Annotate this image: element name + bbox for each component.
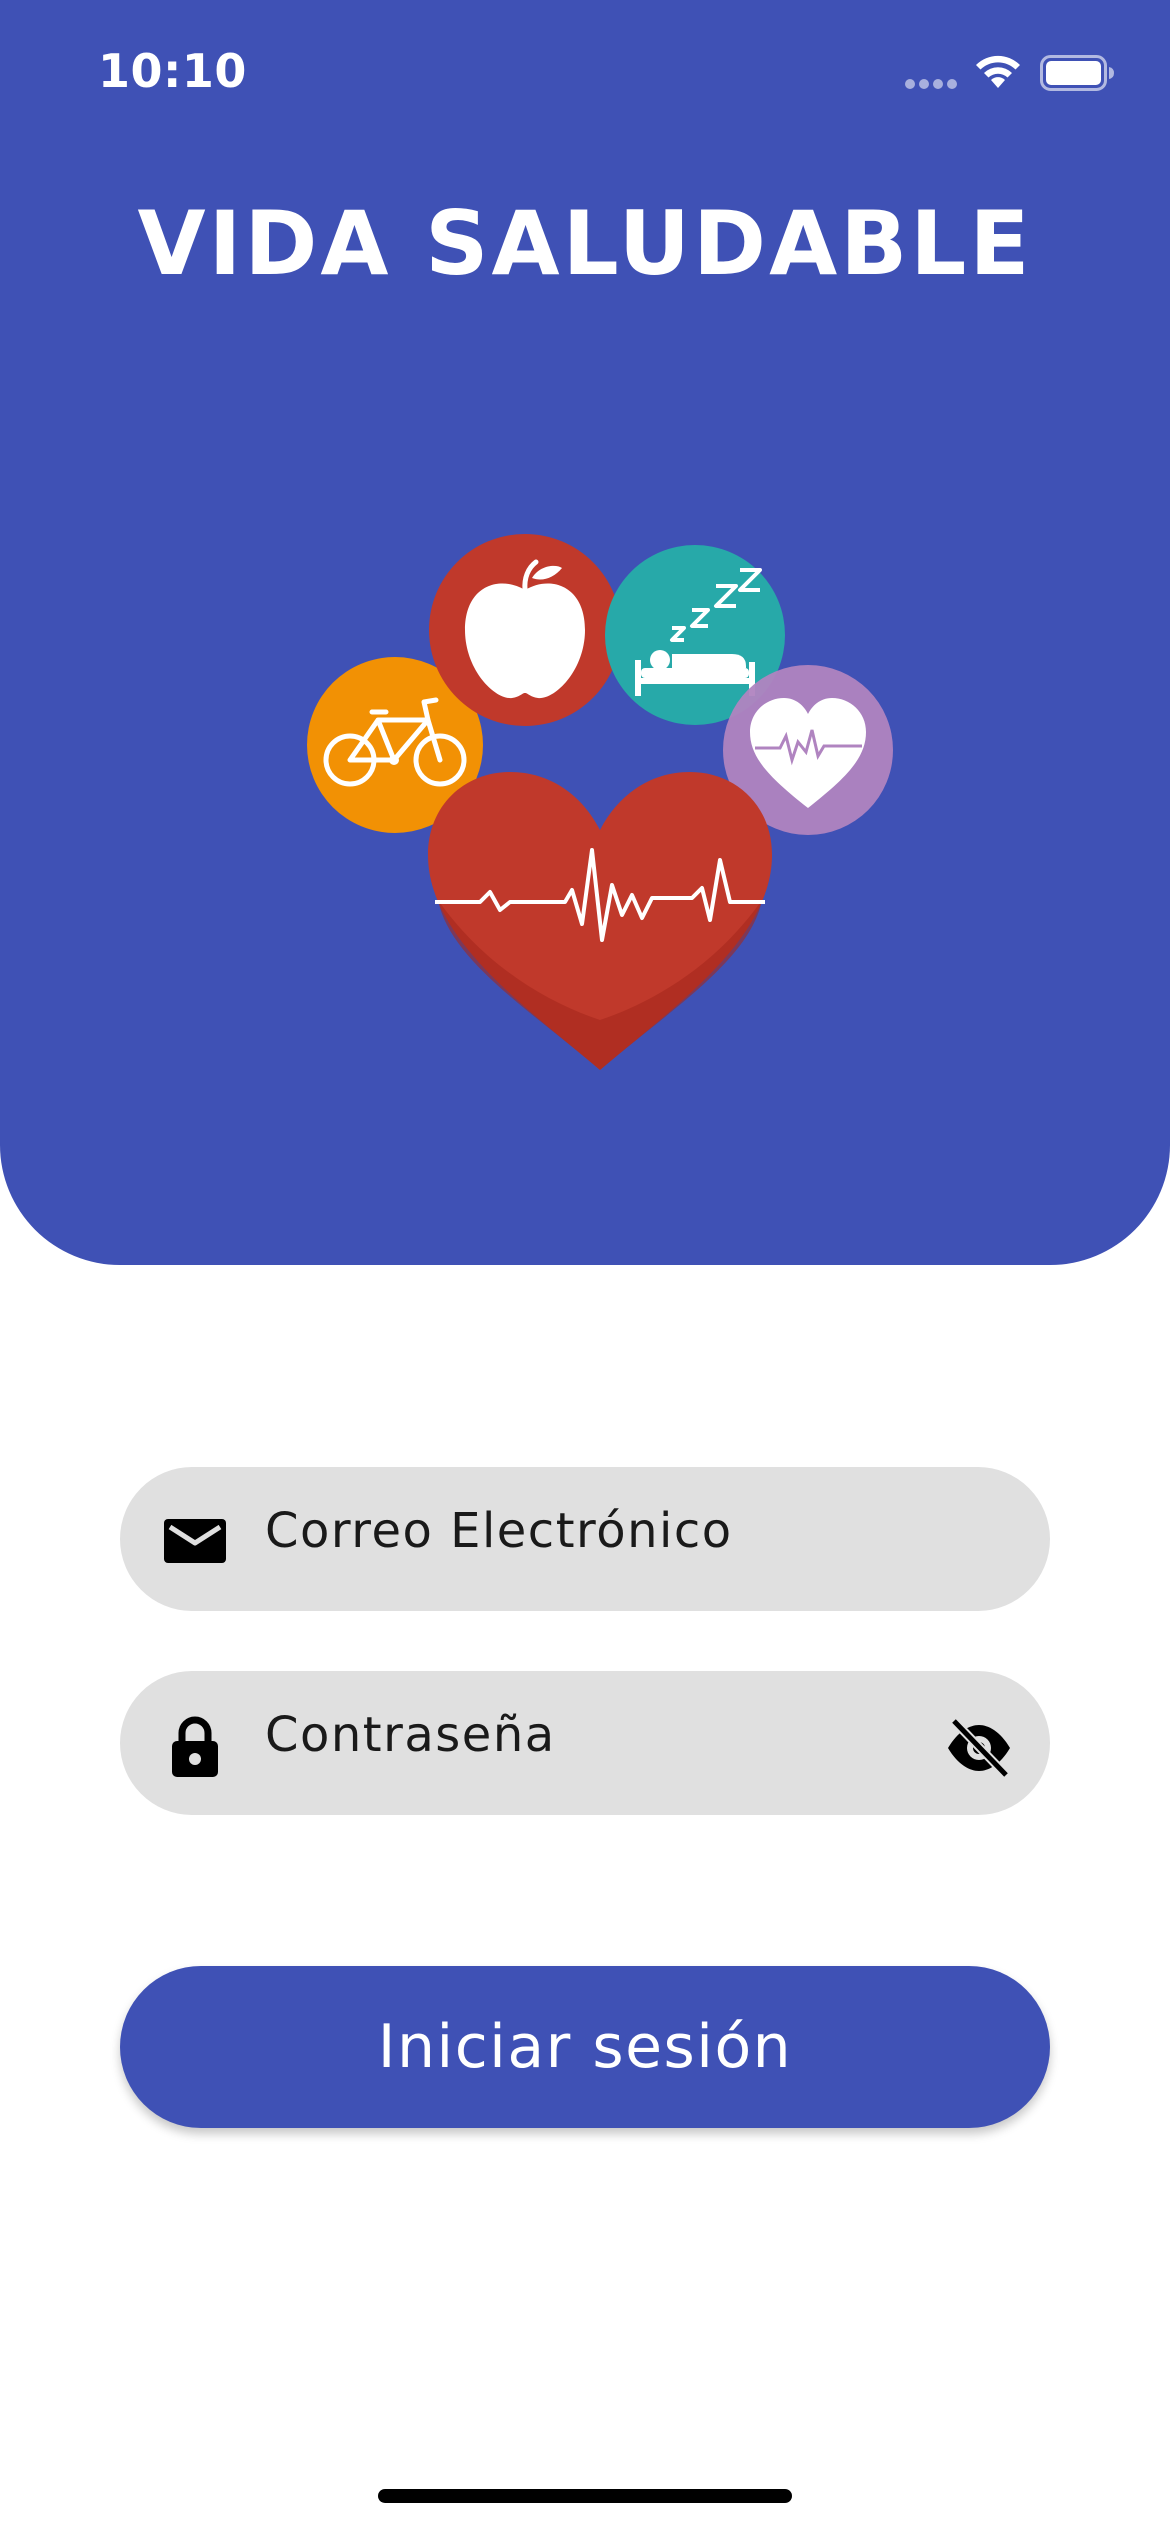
mail-icon bbox=[164, 1519, 226, 1563]
health-logo bbox=[307, 534, 893, 1070]
apple-icon bbox=[429, 534, 621, 726]
heartbeat-heart-icon bbox=[428, 772, 772, 1070]
password-field[interactable]: Contraseña bbox=[120, 1671, 1050, 1815]
home-indicator[interactable] bbox=[378, 2489, 792, 2503]
wifi-icon bbox=[976, 55, 1020, 88]
header-banner: 10:10 VIDA SALUDABLE bbox=[0, 0, 1170, 1265]
eye-off-icon[interactable] bbox=[944, 1715, 1014, 1781]
login-button[interactable]: Iniciar sesión bbox=[120, 1966, 1050, 2128]
password-placeholder: Contraseña bbox=[265, 1707, 556, 1763]
app-title: VIDA SALUDABLE bbox=[137, 192, 1033, 295]
status-bar: 10:10 bbox=[0, 0, 1170, 150]
battery-icon bbox=[1040, 55, 1114, 91]
cellular-signal-icon bbox=[905, 79, 959, 89]
email-field[interactable]: Correo Electrónico bbox=[120, 1467, 1050, 1611]
email-placeholder: Correo Electrónico bbox=[265, 1503, 733, 1559]
lock-icon bbox=[172, 1716, 218, 1777]
status-time: 10:10 bbox=[98, 44, 247, 98]
